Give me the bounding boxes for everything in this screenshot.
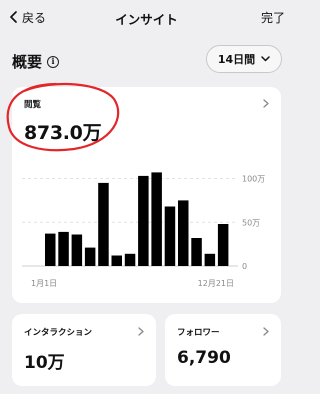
chart-bar[interactable] — [84, 247, 96, 266]
chevron-right-icon — [263, 327, 269, 336]
chart-bar[interactable] — [98, 182, 109, 266]
followers-value: 6,790 — [177, 348, 231, 368]
chart-bar[interactable] — [71, 234, 83, 267]
chevron-right-icon — [138, 327, 144, 336]
y-tick-label: 0 — [242, 262, 247, 271]
views-card[interactable]: 閲覧 873.0万 100万 50万 0 1月1日 12月21日 — [6, 82, 281, 303]
followers-label: フォロワー — [177, 328, 220, 338]
chart-bar[interactable] — [191, 238, 202, 266]
y-tick-label: 50万 — [242, 218, 260, 227]
chart-bar[interactable] — [178, 200, 189, 266]
chart-bar[interactable] — [164, 206, 176, 267]
x-tick-label: 1月1日 — [31, 279, 57, 288]
interactions-value: 10万 — [24, 353, 65, 373]
chart-bar[interactable] — [204, 253, 216, 267]
chart-bar[interactable] — [58, 231, 69, 266]
done-button[interactable]: 完了 — [261, 9, 285, 26]
chevron-down-icon — [261, 56, 270, 62]
followers-card[interactable]: フォロワー 6,790 — [165, 314, 281, 386]
y-tick-label: 100万 — [242, 175, 265, 184]
chart-bar[interactable] — [138, 175, 149, 266]
red-circle-annotation — [6, 82, 120, 152]
section-title: 概要 i — [12, 51, 60, 72]
chart-bar[interactable] — [151, 172, 162, 266]
page-title: インサイト — [115, 12, 178, 27]
info-icon[interactable]: i — [47, 55, 60, 68]
interactions-label: インタラクション — [24, 328, 93, 338]
section-title-text: 概要 — [12, 53, 43, 71]
date-range-dropdown[interactable]: 14日間 — [206, 45, 282, 73]
top-bar: 戻る インサイト 完了 — [0, 0, 293, 34]
chart-bar[interactable] — [217, 224, 229, 266]
overview-header: 概要 i 14日間 — [12, 44, 284, 74]
chart-bar[interactable] — [111, 255, 123, 267]
chart-bar[interactable] — [124, 253, 136, 267]
interactions-card[interactable]: インタラクション 10万 — [12, 314, 156, 386]
date-range-label: 14日間 — [217, 53, 256, 66]
chart-bar[interactable] — [45, 233, 56, 266]
x-tick-label: 12月21日 — [198, 279, 234, 288]
